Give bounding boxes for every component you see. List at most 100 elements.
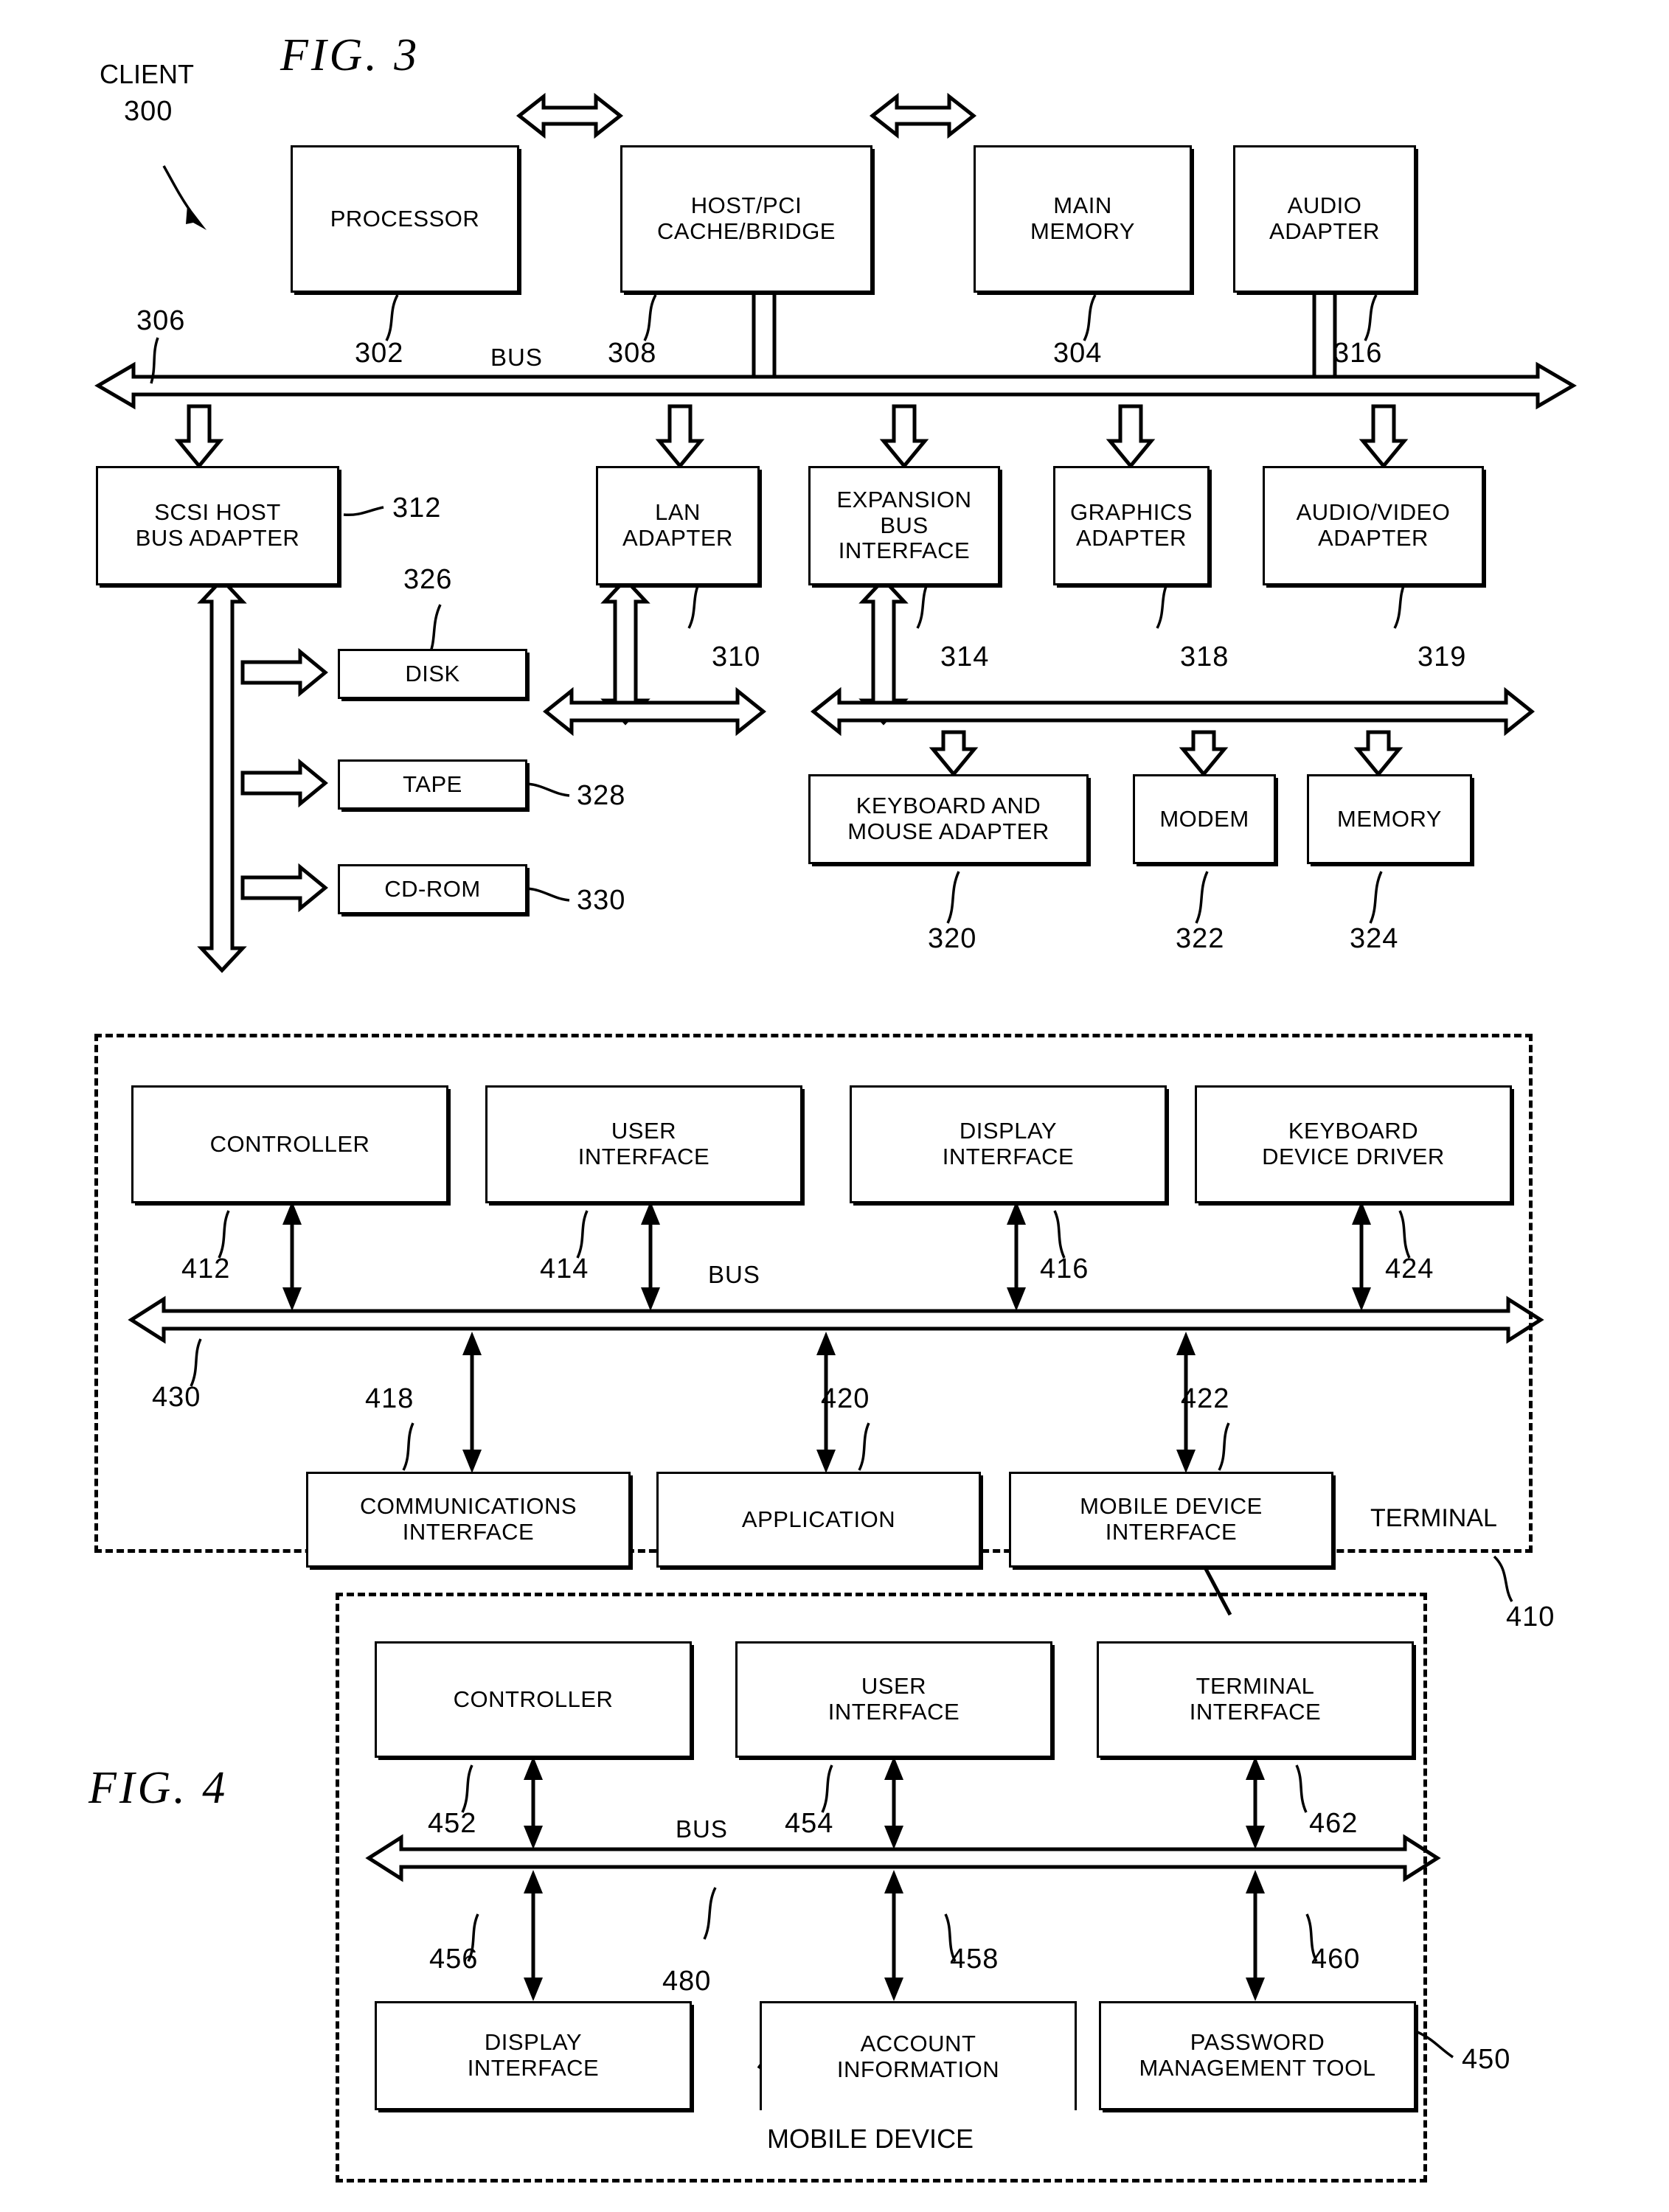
block-mobile-display-line-1: INTERFACE [467, 2055, 600, 2081]
ref-330: 330 [577, 885, 626, 916]
ref-304: 304 [1053, 338, 1103, 369]
ref-306: 306 [136, 305, 186, 336]
bus-label-fig3: BUS [490, 344, 543, 371]
block-terminal-controller-line-0: CONTROLLER [209, 1130, 370, 1157]
ref-424: 424 [1385, 1253, 1434, 1284]
block-terminal-interface[interactable]: TERMINAL INTERFACE [1097, 1641, 1414, 1758]
block-processor-line-0: PROCESSOR [330, 205, 480, 232]
block-kbm-line-0: KEYBOARD AND [856, 793, 1041, 819]
ref-422: 422 [1181, 1383, 1230, 1414]
block-account-line-1: INFORMATION [836, 2056, 1000, 2082]
block-kdd-line-0: KEYBOARD [1288, 1118, 1419, 1144]
block-application-line-0: APPLICATION [741, 1506, 896, 1532]
block-cdrom-line-0: CD-ROM [384, 875, 481, 902]
block-terminal-ui-line-0: USER [611, 1118, 677, 1144]
block-kdd-line-1: DEVICE DRIVER [1262, 1144, 1445, 1169]
ref-310: 310 [712, 641, 761, 672]
ref-420: 420 [821, 1383, 870, 1414]
block-pwd-line-0: PASSWORD [1190, 2029, 1325, 2056]
block-mobile-display-interface[interactable]: DISPLAY INTERFACE [375, 2001, 692, 2110]
ref-418: 418 [365, 1383, 414, 1414]
block-host-pci-cache-bridge[interactable]: HOST/PCI CACHE/BRIDGE [620, 145, 872, 293]
ref-314: 314 [940, 641, 990, 672]
block-cdrom[interactable]: CD-ROM [338, 864, 527, 914]
ref-430: 430 [152, 1382, 201, 1413]
client-label: CLIENT [100, 59, 195, 89]
ref-410: 410 [1506, 1601, 1555, 1632]
terminal-name-label: TERMINAL [1370, 1504, 1497, 1532]
block-expansion-line-0: EXPANSION [836, 486, 972, 512]
block-terminal-user-interface[interactable]: USER INTERFACE [485, 1085, 802, 1203]
ref-326: 326 [403, 564, 453, 595]
block-terminal-ui-line-1: INTERFACE [577, 1144, 710, 1169]
block-password-management-tool[interactable]: PASSWORD MANAGEMENT TOOL [1099, 2001, 1416, 2110]
ref-458: 458 [950, 1944, 999, 1975]
block-host-pci-line-0: HOST/PCI [690, 192, 802, 219]
patent-drawing-sheet: FIG. 3 CLIENT 300 PROCESSOR HOST/PCI CAC… [0, 0, 1669, 2212]
block-mobile-controller-line-0: CONTROLLER [453, 1686, 614, 1712]
ref-456: 456 [429, 1944, 479, 1975]
block-audio-adapter[interactable]: AUDIO ADAPTER [1233, 145, 1416, 293]
client-ref: 300 [124, 96, 173, 127]
block-audio-adapter-line-1: ADAPTER [1269, 218, 1380, 244]
block-application[interactable]: APPLICATION [656, 1472, 981, 1568]
ref-454: 454 [785, 1808, 834, 1839]
block-mdi-line-1: INTERFACE [1105, 1519, 1238, 1545]
ref-302: 302 [355, 338, 404, 369]
ref-318: 318 [1180, 641, 1229, 672]
block-av-line-1: ADAPTER [1318, 525, 1429, 551]
ref-319: 319 [1418, 641, 1467, 672]
block-expansion-memory-line-0: MEMORY [1337, 805, 1442, 832]
ref-414: 414 [540, 1253, 589, 1284]
ref-460: 460 [1311, 1944, 1361, 1975]
block-scsi-host-bus-adapter[interactable]: SCSI HOST BUS ADAPTER [96, 466, 339, 585]
block-communications-interface[interactable]: COMMUNICATIONS INTERFACE [306, 1472, 631, 1568]
ref-322: 322 [1176, 923, 1225, 954]
ref-308: 308 [608, 338, 657, 369]
block-keyboard-mouse-adapter[interactable]: KEYBOARD AND MOUSE ADAPTER [808, 774, 1089, 864]
block-graphics-adapter[interactable]: GRAPHICS ADAPTER [1053, 466, 1210, 585]
fig4-title: FIG. 4 [89, 1763, 229, 1813]
block-disk-line-0: DISK [405, 660, 460, 686]
block-terminal-display-line-0: DISPLAY [959, 1118, 1058, 1144]
block-expansion-bus-interface[interactable]: EXPANSION BUS INTERFACE [808, 466, 1000, 585]
block-expansion-line-1: BUS [880, 512, 929, 538]
ref-450: 450 [1462, 2044, 1511, 2075]
block-expansion-memory[interactable]: MEMORY [1307, 774, 1472, 864]
block-main-memory[interactable]: MAIN MEMORY [974, 145, 1192, 293]
ref-462: 462 [1309, 1808, 1359, 1839]
block-disk[interactable]: DISK [338, 649, 527, 699]
block-av-line-0: AUDIO/VIDEO [1296, 499, 1451, 526]
block-modem-line-0: MODEM [1159, 805, 1249, 832]
block-account-information[interactable]: ACCOUNT INFORMATION [760, 2001, 1077, 2110]
block-comm-line-1: INTERFACE [402, 1519, 535, 1545]
block-expansion-line-2: INTERFACE [838, 538, 971, 564]
block-lan-line-1: ADAPTER [622, 525, 733, 551]
bus-label-terminal: BUS [708, 1261, 760, 1288]
block-host-pci-line-1: CACHE/BRIDGE [657, 218, 836, 244]
block-terminal-controller[interactable]: CONTROLLER [131, 1085, 448, 1203]
block-tape-line-0: TAPE [403, 771, 462, 797]
ref-324: 324 [1350, 923, 1399, 954]
block-tape[interactable]: TAPE [338, 759, 527, 810]
block-main-memory-line-1: MEMORY [1030, 218, 1135, 244]
block-mobile-controller[interactable]: CONTROLLER [375, 1641, 692, 1758]
block-audio-video-adapter[interactable]: AUDIO/VIDEO ADAPTER [1263, 466, 1484, 585]
block-account-line-0: ACCOUNT [860, 2030, 976, 2056]
block-processor[interactable]: PROCESSOR [291, 145, 519, 293]
mobile-device-name-label: MOBILE DEVICE [767, 2124, 974, 2154]
fig3-title: FIG. 3 [280, 30, 420, 80]
block-mobile-user-interface[interactable]: USER INTERFACE [735, 1641, 1052, 1758]
block-keyboard-device-driver[interactable]: KEYBOARD DEVICE DRIVER [1195, 1085, 1512, 1203]
block-graphics-line-1: ADAPTER [1076, 525, 1187, 551]
block-terminal-display-interface[interactable]: DISPLAY INTERFACE [850, 1085, 1167, 1203]
ref-412: 412 [181, 1253, 231, 1284]
block-lan-adapter[interactable]: LAN ADAPTER [596, 466, 760, 585]
block-pwd-line-1: MANAGEMENT TOOL [1139, 2055, 1376, 2081]
block-mobile-device-interface[interactable]: MOBILE DEVICE INTERFACE [1009, 1472, 1333, 1568]
block-modem[interactable]: MODEM [1133, 774, 1276, 864]
block-mobile-ui-line-0: USER [861, 1673, 927, 1700]
ref-320: 320 [928, 923, 977, 954]
block-mobile-display-line-0: DISPLAY [484, 2029, 583, 2056]
block-mobile-ui-line-1: INTERFACE [827, 1699, 960, 1725]
